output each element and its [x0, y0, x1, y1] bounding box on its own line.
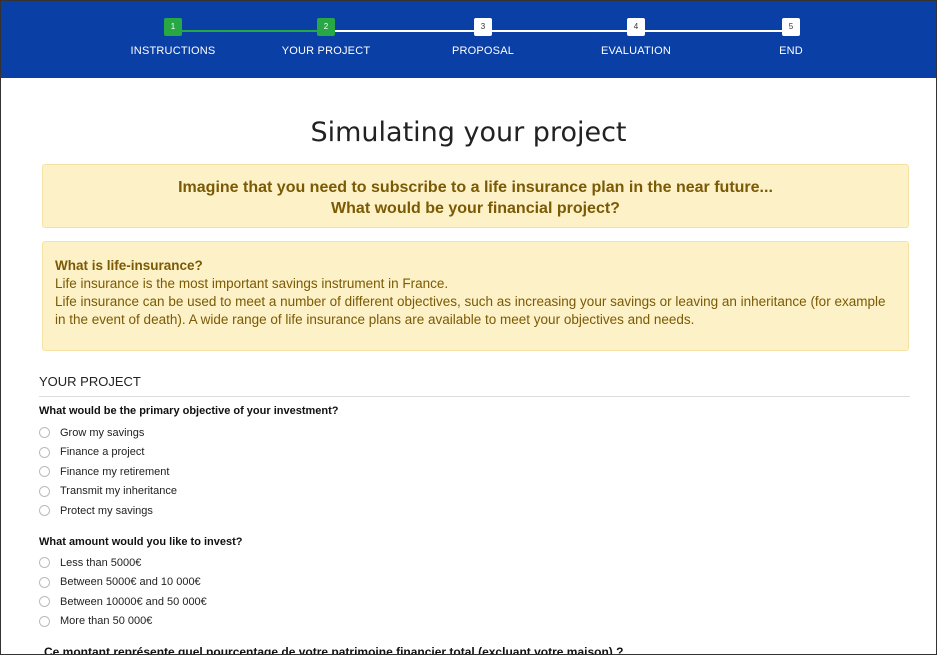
step-your-project[interactable]: 2 YOUR PROJECT [266, 18, 386, 57]
option-less-than-5000[interactable]: Less than 5000€ [39, 553, 207, 573]
option-label: Finance a project [60, 446, 145, 459]
step-evaluation[interactable]: 4 EVALUATION [576, 18, 696, 57]
radio-button[interactable] [39, 446, 50, 458]
info-line-2: Life insurance can be used to meet a num… [55, 294, 886, 327]
option-label: Grow my savings [60, 426, 145, 439]
option-transmit-inheritance[interactable]: Transmit my inheritance [39, 482, 177, 502]
section-title: YOUR PROJECT [39, 374, 141, 389]
radio-button[interactable] [39, 466, 50, 478]
step-number-badge: 1 [164, 18, 182, 36]
progress-stepper: 1 INSTRUCTIONS 2 YOUR PROJECT 3 PROPOSAL… [1, 1, 936, 78]
step-number-badge: 3 [474, 18, 492, 36]
option-label: Between 5000€ and 10 000€ [60, 576, 201, 589]
step-label: PROPOSAL [451, 45, 515, 57]
option-10000-to-50000[interactable]: Between 10000€ and 50 000€ [39, 592, 207, 612]
amount-radio-group: Less than 5000€ Between 5000€ and 10 000… [39, 553, 207, 631]
option-5000-to-10000[interactable]: Between 5000€ and 10 000€ [39, 573, 207, 593]
option-grow-savings[interactable]: Grow my savings [39, 423, 177, 443]
intro-line-2: What would be your financial project? [331, 200, 620, 217]
question-amount: What amount would you like to invest? [39, 536, 243, 548]
option-label: Protect my savings [60, 504, 153, 517]
radio-button[interactable] [39, 596, 50, 608]
step-number-badge: 5 [782, 18, 800, 36]
section-divider [39, 396, 910, 397]
radio-button[interactable] [39, 427, 50, 439]
radio-button[interactable] [39, 505, 50, 517]
step-end[interactable]: 5 END [731, 18, 851, 57]
question-percentage: Ce montant représente quel pourcentage d… [44, 645, 624, 655]
step-label: END [779, 45, 803, 57]
radio-button[interactable] [39, 485, 50, 497]
option-protect-savings[interactable]: Protect my savings [39, 501, 177, 521]
option-label: Between 10000€ and 50 000€ [60, 595, 207, 608]
option-finance-retirement[interactable]: Finance my retirement [39, 462, 177, 482]
radio-button[interactable] [39, 615, 50, 627]
info-heading: What is life-insurance? [55, 258, 203, 273]
option-more-than-50000[interactable]: More than 50 000€ [39, 612, 207, 632]
info-callout: What is life-insurance? Life insurance i… [42, 241, 909, 351]
step-instructions[interactable]: 1 INSTRUCTIONS [113, 18, 233, 57]
radio-button[interactable] [39, 576, 50, 588]
option-label: Less than 5000€ [60, 556, 142, 569]
step-number-badge: 4 [627, 18, 645, 36]
step-proposal[interactable]: 3 PROPOSAL [423, 18, 543, 57]
option-label: Transmit my inheritance [60, 485, 177, 498]
radio-button[interactable] [39, 557, 50, 569]
survey-page: 1 INSTRUCTIONS 2 YOUR PROJECT 3 PROPOSAL… [0, 0, 937, 655]
question-objective: What would be the primary objective of y… [39, 405, 339, 417]
page-title: Simulating your project [310, 117, 627, 148]
step-label: EVALUATION [600, 45, 672, 57]
step-number-badge: 2 [317, 18, 335, 36]
objective-radio-group: Grow my savings Finance a project Financ… [39, 423, 177, 521]
step-label: YOUR PROJECT [281, 45, 371, 57]
info-line-1: Life insurance is the most important sav… [55, 276, 449, 291]
intro-callout: Imagine that you need to subscribe to a … [42, 164, 909, 228]
step-label: INSTRUCTIONS [130, 45, 216, 57]
option-label: More than 50 000€ [60, 615, 153, 628]
option-finance-project[interactable]: Finance a project [39, 443, 177, 463]
option-label: Finance my retirement [60, 465, 170, 478]
intro-line-1: Imagine that you need to subscribe to a … [178, 179, 773, 196]
